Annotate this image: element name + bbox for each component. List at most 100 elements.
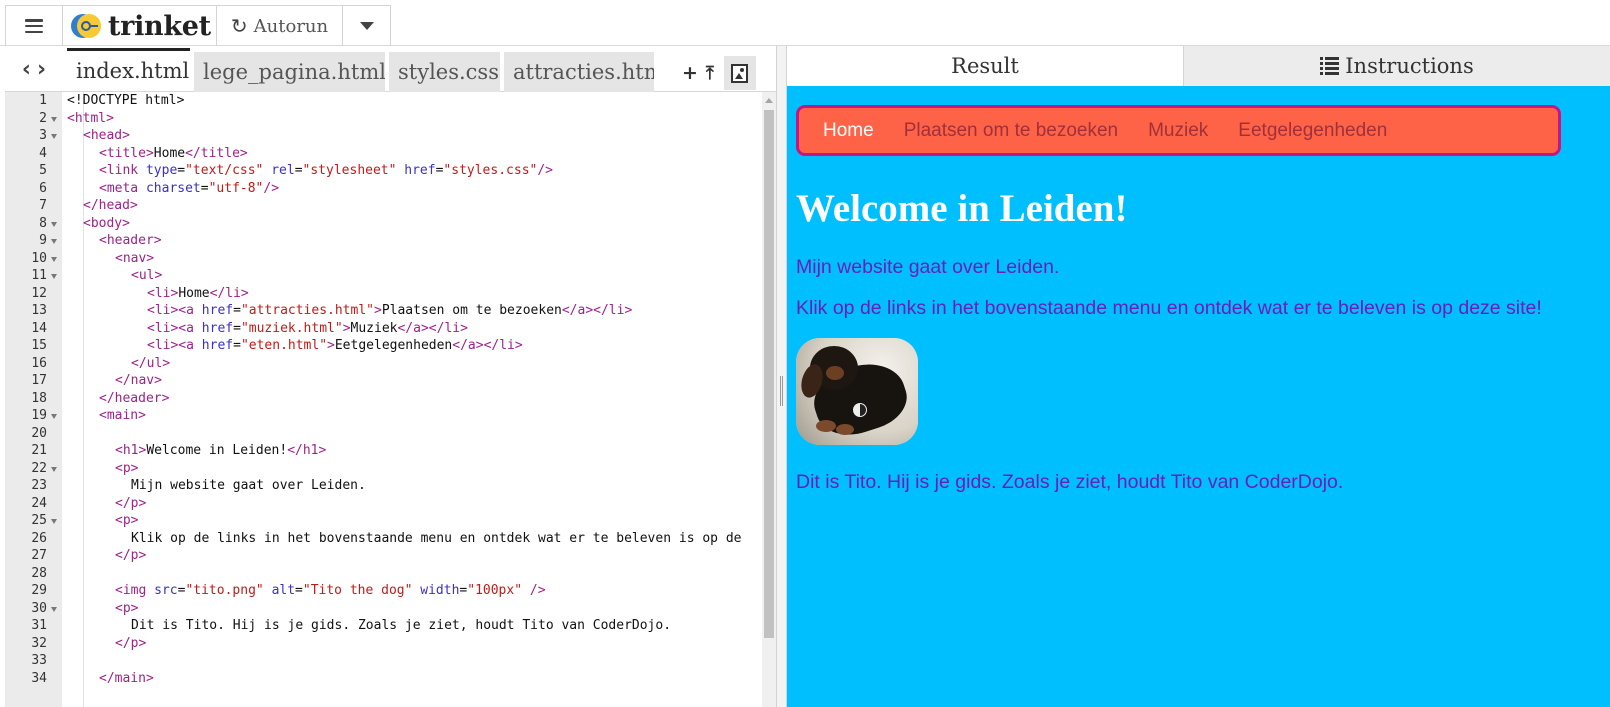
fold-arrow-icon[interactable] [51,116,57,122]
editor-scrollbar[interactable] [762,92,776,707]
code-text[interactable]: <h1>Welcome in Leiden!</h1> [115,442,326,460]
code-line[interactable]: 13 <li><a href="attracties.html">Plaatsen… [5,302,760,320]
code-line[interactable]: 31 Dit is Tito. Hij is je gids. Zoals je … [5,617,760,635]
code-text[interactable]: <main> [99,407,146,425]
fold-arrow-icon[interactable] [51,221,57,227]
code-text[interactable]: <link type="text/css" rel="stylesheet" h… [99,162,553,180]
code-line[interactable]: 33 [5,652,760,670]
code-line[interactable]: 26 Klik op de links in het bovenstaande m… [5,530,760,548]
code-line[interactable]: 32 </p> [5,635,760,653]
options-dropdown-button[interactable] [343,5,391,46]
autorun-button[interactable]: ↻ Autorun [217,5,343,46]
image-library-button[interactable] [723,56,756,90]
code-text[interactable]: <li><a href="attracties.html">Plaatsen o… [147,302,632,320]
trinket-logo[interactable]: trinket [63,5,217,46]
code-line[interactable]: 10 <nav> [5,250,760,268]
code-text[interactable]: <img src="tito.png" alt="Tito the dog" w… [115,582,546,600]
code-line[interactable]: 5 <link type="text/css" rel="stylesheet" … [5,162,760,180]
code-line[interactable]: 28 [5,565,760,583]
code-text[interactable]: <head> [83,127,130,145]
tab-attracties-html[interactable]: attracties.html [504,52,654,92]
code-line[interactable]: 19 <main> [5,407,760,425]
code-text[interactable]: </p> [115,547,146,565]
fold-arrow-icon[interactable] [51,466,57,472]
tab-index-html[interactable]: index.html [67,48,190,90]
code-text[interactable]: <p> [115,512,138,530]
fold-arrow-icon[interactable] [51,606,57,612]
scrollbar-thumb[interactable] [764,110,774,638]
scroll-up-icon[interactable] [765,98,773,103]
code-text[interactable]: </p> [115,635,146,653]
code-line[interactable]: 7 </head> [5,197,760,215]
code-line[interactable]: 16 </ul> [5,355,760,373]
code-text[interactable]: Mijn website gaat over Leiden. [131,477,366,495]
code-line[interactable]: 22 <p> [5,460,760,478]
pane-resize-handle[interactable] [776,46,787,707]
nav-link-home[interactable]: Home [823,120,874,142]
code-text[interactable]: <nav> [115,250,154,268]
code-line[interactable]: 27 </p> [5,547,760,565]
fold-arrow-icon[interactable] [51,134,57,139]
tab-styles-css[interactable]: styles.css [389,52,500,92]
code-text[interactable]: </head> [83,197,138,215]
fold-arrow-icon[interactable] [51,414,57,419]
code-text[interactable]: </ul> [131,355,170,373]
code-text[interactable]: Klik op de links in het bovenstaande men… [131,530,741,548]
code-line[interactable]: 3 <head> [5,127,760,145]
nav-link-eetgelegenheden[interactable]: Eetgelegenheden [1238,120,1387,142]
code-line[interactable]: 25 <p> [5,512,760,530]
code-text[interactable]: <li><a href="eten.html">Eetgelegenheden<… [147,337,523,355]
code-line[interactable]: 14 <li><a href="muziek.html">Muziek</a></… [5,320,760,338]
code-text[interactable]: <li><a href="muziek.html">Muziek</a></li… [147,320,468,338]
code-line[interactable]: 6 <meta charset="utf-8"/> [5,180,760,198]
code-line[interactable]: 9 <header> [5,232,760,250]
code-text[interactable]: <meta charset="utf-8"/> [99,180,279,198]
code-line[interactable]: 29 <img src="tito.png" alt="Tito the dog"… [5,582,760,600]
code-text[interactable]: <!DOCTYPE html> [67,92,184,110]
code-line[interactable]: 15 <li><a href="eten.html">Eetgelegenhede… [5,337,760,355]
code-area[interactable]: 1 <!DOCTYPE html> 2 <html> 3 <head> 4 <title>Ho… [5,92,776,707]
code-line[interactable]: 11 <ul> [5,267,760,285]
fold-arrow-icon[interactable] [51,274,57,279]
code-line[interactable]: 21 <h1>Welcome in Leiden!</h1> [5,442,760,460]
code-line[interactable]: 4 <title>Home</title> [5,145,760,163]
nav-link-plaatsen[interactable]: Plaatsen om te bezoeken [904,120,1118,142]
code-line[interactable]: 12 <li>Home</li> [5,285,760,303]
code-text[interactable]: Dit is Tito. Hij is je gids. Zoals je zi… [131,617,671,635]
tab-instructions[interactable]: Instructions [1184,46,1610,86]
code-lines[interactable]: 1 <!DOCTYPE html> 2 <html> 3 <head> 4 <title>Ho… [5,92,760,687]
code-line[interactable]: 1 <!DOCTYPE html> [5,92,760,110]
code-text[interactable]: </p> [115,495,146,513]
code-line[interactable]: 17 </nav> [5,372,760,390]
fold-arrow-icon[interactable] [51,256,57,262]
fold-arrow-icon[interactable] [51,239,57,244]
code-text[interactable]: </nav> [115,372,162,390]
code-line[interactable]: 30 <p> [5,600,760,618]
add-file-icon[interactable]: + [682,62,698,84]
nav-link-muziek[interactable]: Muziek [1148,120,1208,142]
code-text[interactable]: </header> [99,390,169,408]
code-text[interactable]: <html> [67,110,114,128]
tab-lege-pagina-html[interactable]: lege_pagina.html [194,52,385,92]
code-line[interactable]: 2 <html> [5,110,760,128]
chevron-right-icon[interactable]: › [37,57,46,82]
code-line[interactable]: 34 </main> [5,670,760,688]
code-text[interactable]: <title>Home</title> [99,145,248,163]
code-line[interactable]: 24 </p> [5,495,760,513]
hamburger-menu-button[interactable] [5,5,63,46]
code-text[interactable]: <body> [83,215,130,233]
code-line[interactable]: 18 </header> [5,390,760,408]
code-line[interactable]: 8 <body> [5,215,760,233]
upload-icon[interactable]: ⤒ [706,63,714,84]
fold-arrow-icon[interactable] [51,519,57,524]
code-text[interactable]: <li>Home</li> [147,285,249,303]
code-line[interactable]: 23 Mijn website gaat over Leiden. [5,477,760,495]
code-text[interactable]: <p> [115,460,138,478]
code-line[interactable]: 20 [5,425,760,443]
code-text[interactable]: <header> [99,232,162,250]
tab-result[interactable]: Result [787,46,1184,86]
code-text[interactable]: </main> [99,670,154,688]
code-text[interactable]: <ul> [131,267,162,285]
chevron-left-icon[interactable]: ‹ [22,57,31,82]
code-text[interactable]: <p> [115,600,138,618]
